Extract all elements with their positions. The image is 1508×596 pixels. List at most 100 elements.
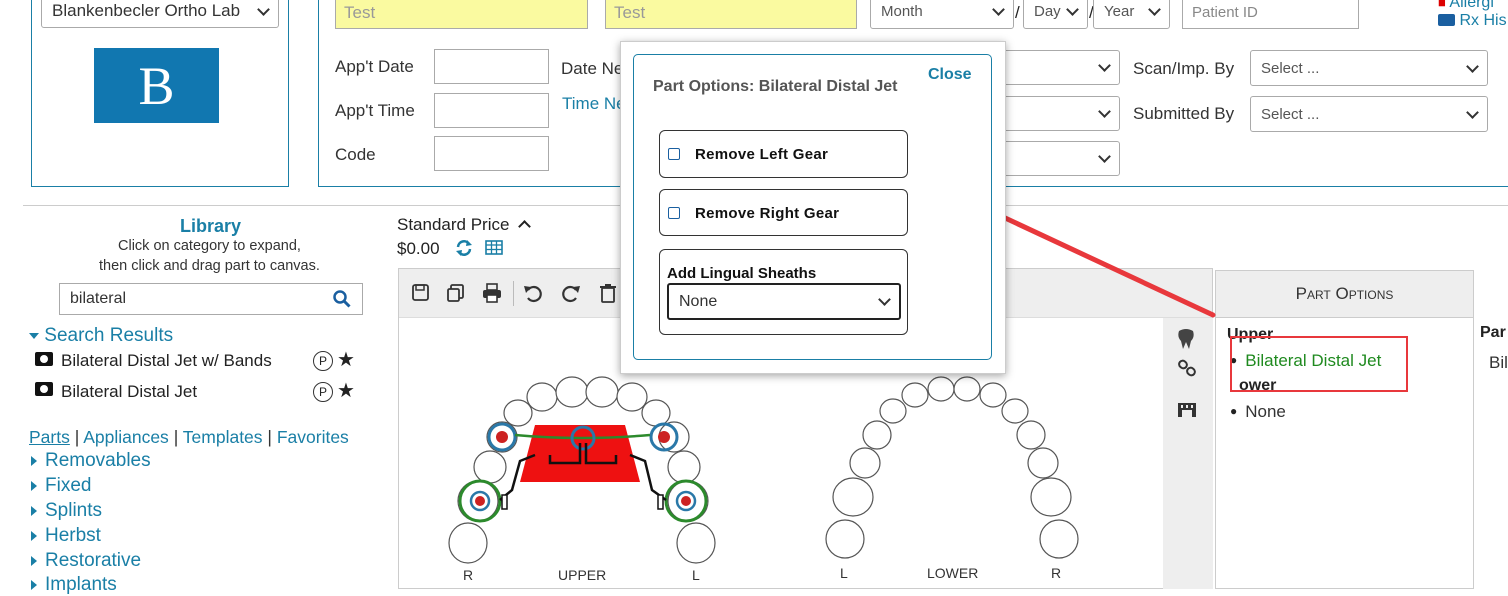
allergies-link[interactable]: ■ Allergi <box>1438 0 1494 12</box>
tab-separator: | <box>267 427 272 447</box>
tab-parts[interactable]: Parts <box>29 427 70 447</box>
day-select[interactable]: Day <box>1023 0 1088 29</box>
star-icon[interactable]: ★ <box>337 378 355 403</box>
list-item[interactable]: Bilateral Distal Jet w/ Bands P ★ <box>35 347 365 374</box>
refresh-icon[interactable] <box>455 239 473 257</box>
upper-l-label: L <box>692 567 700 583</box>
appt-date-label: App't Date <box>335 57 414 76</box>
folder-icon <box>1438 14 1455 26</box>
option-label: Remove Right Gear <box>695 205 840 222</box>
sheaths-label: Add Lingual Sheaths <box>667 265 817 282</box>
category-removables[interactable]: Removables <box>31 450 151 472</box>
trash-icon[interactable] <box>597 282 619 304</box>
part-name[interactable]: Bilateral Distal Jet <box>61 382 197 402</box>
submitted-by-label: Submitted By <box>1133 104 1235 123</box>
lower-l-label: L <box>840 565 848 581</box>
doctor-select[interactable] <box>1000 50 1120 85</box>
month-select[interactable]: Month <box>870 0 1014 29</box>
library-hint: Click on category to expand, <box>118 238 301 254</box>
search-results-toggle[interactable]: Search Results <box>29 325 173 347</box>
chevron-up-icon <box>518 220 532 233</box>
standard-price-toggle[interactable]: Standard Price <box>397 215 532 235</box>
first-name-input[interactable]: Test <box>335 0 588 29</box>
table-icon[interactable] <box>485 240 503 255</box>
part-options-header: Part Options <box>1216 271 1473 318</box>
category-splints[interactable]: Splints <box>31 500 102 522</box>
appt-time-label: App't Time <box>335 101 415 120</box>
remove-left-gear-option[interactable]: Remove Left Gear <box>659 130 908 178</box>
toolbar-divider <box>513 281 514 306</box>
last-name-input[interactable]: Test <box>605 0 857 29</box>
undo-icon[interactable] <box>522 282 544 304</box>
lower-r-label: R <box>1051 565 1062 581</box>
upper-arch-diagram[interactable] <box>440 375 740 570</box>
lab-logo: B <box>94 48 219 123</box>
patient-id-input[interactable]: Patient ID <box>1182 0 1359 29</box>
camera-icon[interactable] <box>35 352 53 366</box>
tab-favorites[interactable]: Favorites <box>277 427 349 447</box>
lower-part-item: ● None <box>1230 402 1286 421</box>
badge: P <box>313 382 333 402</box>
star-icon[interactable]: ★ <box>337 347 355 372</box>
part-name[interactable]: Bilateral Distal Jet w/ Bands <box>61 351 272 371</box>
tab-templates[interactable]: Templates <box>183 427 263 447</box>
submitted-by-select[interactable]: Select ... <box>1250 96 1488 132</box>
tab-separator: | <box>173 427 179 447</box>
badge: P <box>313 351 333 371</box>
lab-select[interactable]: Blankenbecler Ortho Lab <box>41 0 279 28</box>
lower-arch-label: LOWER <box>927 565 979 581</box>
extra-panel-item: Bil <box>1489 353 1508 372</box>
print-icon[interactable] <box>481 282 503 304</box>
appt-time-input[interactable] <box>434 93 549 128</box>
lower-arch-diagram[interactable] <box>815 375 1095 570</box>
tooth-icon[interactable] <box>1176 328 1196 350</box>
library-title: Library <box>180 216 242 236</box>
rx-history-link[interactable]: Rx His <box>1438 12 1507 30</box>
year-select[interactable]: Year <box>1093 0 1170 29</box>
annotation-highlight-box <box>1230 336 1408 392</box>
date-needed-label: Date Ne <box>561 59 624 78</box>
scan-by-label: Scan/Imp. By <box>1133 59 1235 78</box>
category-herbst[interactable]: Herbst <box>31 525 101 547</box>
library-hint: then click and drag part to canvas. <box>99 258 320 274</box>
category-implants[interactable]: Implants <box>31 574 117 596</box>
upper-r-label: R <box>463 567 474 583</box>
option-label: Remove Left Gear <box>695 146 829 163</box>
alert-icon: ■ <box>1438 0 1446 10</box>
save-icon[interactable] <box>410 282 432 304</box>
logo-letter: B <box>138 55 175 116</box>
code-label: Code <box>335 145 376 164</box>
modal-title: Part Options: Bilateral Distal Jet <box>653 78 898 95</box>
list-item[interactable]: Bilateral Distal Jet P ★ <box>35 380 365 404</box>
tab-appliances[interactable]: Appliances <box>83 427 169 447</box>
extra-panel <box>1473 270 1508 589</box>
lingual-sheaths-group: Add Lingual Sheaths None <box>659 249 908 335</box>
tab-separator: | <box>74 427 80 447</box>
upper-arch-label: UPPER <box>558 567 607 583</box>
time-needed-link[interactable]: Time Ne <box>562 94 626 114</box>
camera-icon[interactable] <box>35 382 53 396</box>
category-restorative[interactable]: Restorative <box>31 550 141 572</box>
search-icon[interactable] <box>333 290 351 308</box>
library-tabs: Parts | Appliances | Templates | Favorit… <box>29 427 349 448</box>
code-input[interactable] <box>434 136 549 171</box>
date-separator: / <box>1015 3 1020 22</box>
category-fixed[interactable]: Fixed <box>31 475 91 497</box>
remove-right-gear-option[interactable]: Remove Right Gear <box>659 189 908 236</box>
extra-panel-heading: Par <box>1480 324 1506 341</box>
link-icon[interactable] <box>1177 358 1197 378</box>
library-search-input[interactable]: bilateral <box>59 283 363 315</box>
price-value: $0.00 <box>397 239 440 258</box>
scan-by-select[interactable]: Select ... <box>1250 50 1488 86</box>
ship-to-select[interactable] <box>1000 141 1120 176</box>
appt-date-input[interactable] <box>434 49 549 84</box>
bridge-icon[interactable] <box>1177 400 1197 420</box>
lingual-sheaths-select[interactable]: None <box>667 283 901 320</box>
redo-icon[interactable] <box>560 282 582 304</box>
copy-icon[interactable] <box>445 282 467 304</box>
checkbox[interactable] <box>668 207 680 219</box>
close-button[interactable]: Close <box>928 66 972 84</box>
office-select[interactable] <box>1000 96 1120 131</box>
checkbox[interactable] <box>668 148 680 160</box>
caret-down-icon <box>29 332 39 339</box>
